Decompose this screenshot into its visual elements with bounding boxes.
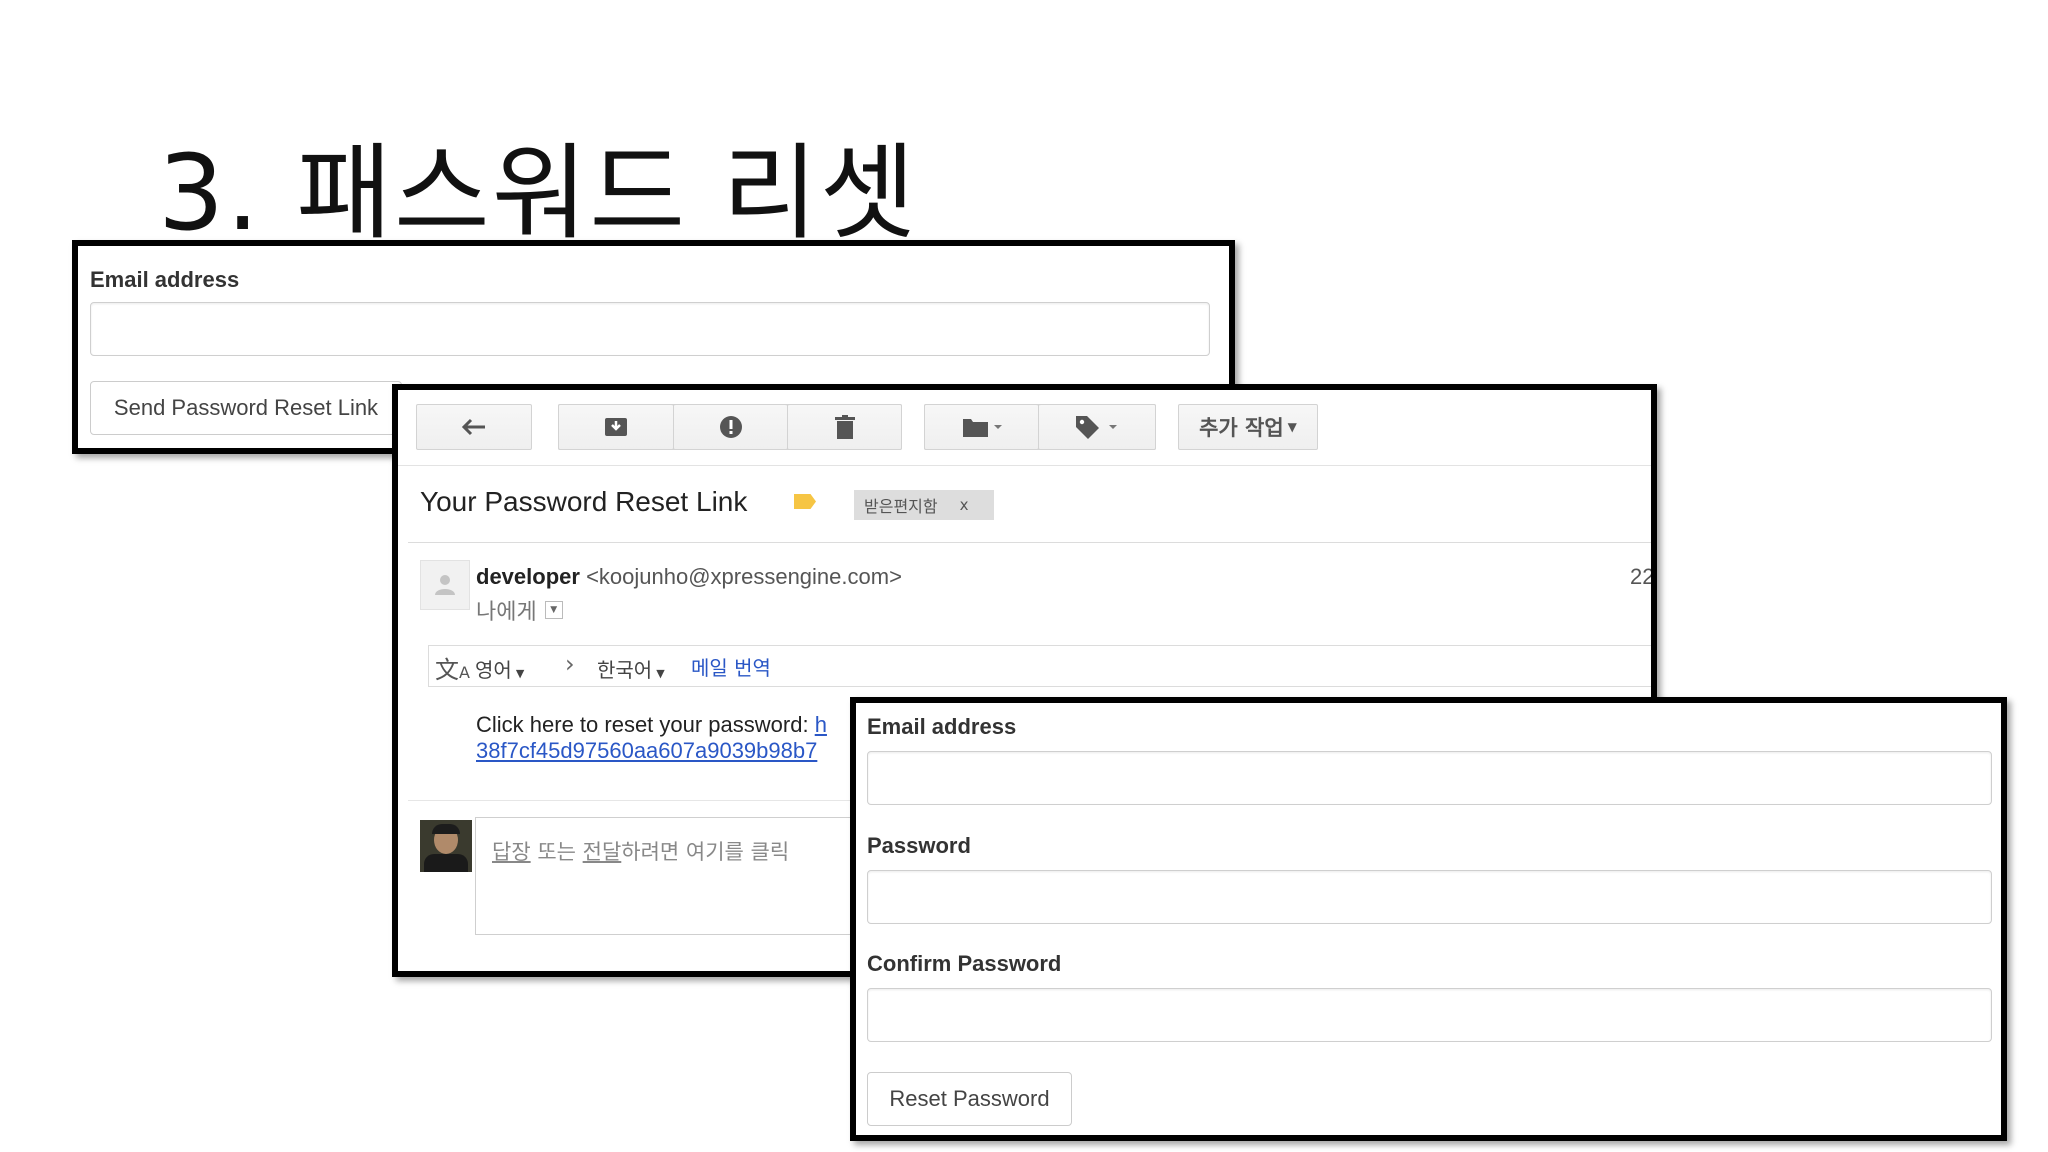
source-language-select[interactable]: 영어 ▼ [475,654,524,683]
email-body-line1: Click here to reset your password: h [476,712,827,738]
email-input[interactable] [90,302,1210,356]
sender-avatar [420,560,470,610]
folder-icon [962,419,1002,437]
translate-message-link[interactable]: 메일 번역 [691,652,771,681]
reply-placeholder-rest: 하려면 여기를 클릭 [621,840,790,864]
chevron-down-icon: ▼ [1287,420,1297,434]
archive-icon [605,418,627,436]
reset-link-start[interactable]: h [815,712,827,737]
label-chip-close[interactable]: x [960,496,969,514]
password-reset-form: Email address Password Confirm Password … [850,697,2007,1141]
tag-icon [1076,416,1117,439]
reply-link[interactable]: 답장 [492,840,531,864]
sender-name[interactable]: developer [476,564,580,589]
label-chip-text: 받은편지함 [864,497,938,516]
reset-email-input[interactable] [867,751,1992,805]
reset-password-button[interactable]: Reset Password [867,1072,1072,1126]
email-subject: Your Password Reset Link [420,486,748,517]
delete-button[interactable] [788,404,902,450]
move-to-button[interactable] [924,404,1038,450]
translate-bar: 文A 영어 ▼ › 한국어 ▼ 메일 번역 [428,645,1651,687]
archive-button[interactable] [558,404,673,450]
email-body-text: Click here to reset your password: [476,712,809,737]
reply-button[interactable] [416,404,532,450]
label-chip: 받은편지함 x [854,490,994,520]
more-actions-label: 추가 작업 [1199,416,1284,440]
user-avatar [420,820,472,872]
report-spam-button[interactable] [674,404,787,450]
reply-arrow-icon [461,418,485,436]
reply-placeholder-mid: 또는 [530,840,583,864]
labels-button[interactable] [1039,404,1156,450]
more-actions-button[interactable]: 추가 작업 ▼ [1178,404,1318,450]
send-reset-link-button[interactable]: Send Password Reset Link [90,381,402,435]
forward-link[interactable]: 전달 [583,840,622,864]
sender-email: <koojunho@xpressengine.com> [586,564,902,589]
recipient-text: 나에게 [476,600,537,625]
trash-icon [834,415,855,439]
person-icon [435,575,455,595]
recipient-line: 나에게 ▼ [476,594,563,626]
reset-email-label: Email address [867,714,1017,739]
spam-icon [719,416,742,438]
password-label: Password [867,833,971,858]
target-language-select[interactable]: 한국어 ▼ [597,654,665,683]
confirm-password-label: Confirm Password [867,951,1062,976]
source-language-label: 영어 [475,658,512,682]
slide-title: 3. 패스워드 리셋 [158,132,918,254]
translate-icon: 文A [435,656,470,684]
translate-arrow-icon: › [565,650,575,678]
confirm-password-input[interactable] [867,988,1992,1042]
email-label: Email address [90,267,240,292]
important-marker-icon[interactable] [794,494,816,509]
sender-line: developer <koojunho@xpressengine.com> [476,564,902,590]
show-details-icon[interactable]: ▼ [544,601,563,619]
email-time: 22 [1630,564,1655,589]
password-input[interactable] [867,870,1992,924]
reset-link[interactable]: 38f7cf45d97560aa607a9039b98b7 [476,738,817,764]
target-language-label: 한국어 [597,658,653,682]
reply-box[interactable]: 답장 또는 전달하려면 여기를 클릭 [475,817,875,935]
